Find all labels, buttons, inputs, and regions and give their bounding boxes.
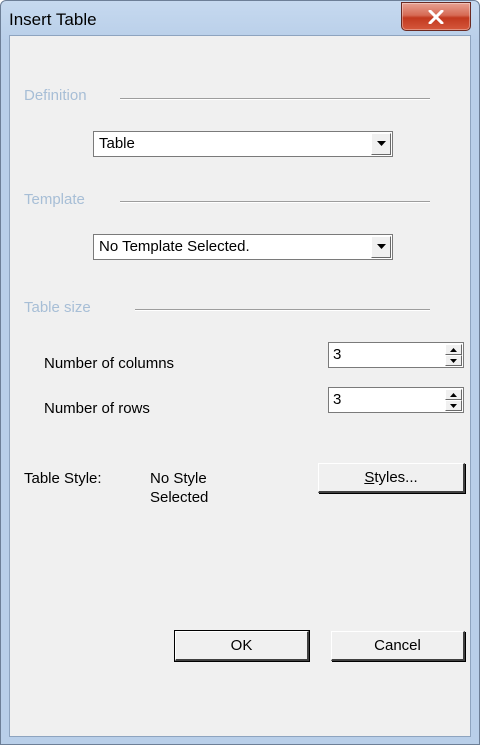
rows-spin-buttons: [445, 389, 462, 411]
styles-button-label: Styles...: [364, 469, 418, 486]
chevron-down-icon: [376, 141, 386, 146]
ok-button-label: OK: [230, 637, 253, 654]
rows-input[interactable]: 3: [333, 391, 341, 408]
title-bar[interactable]: Insert Table: [1, 1, 479, 35]
template-dropdown[interactable]: No Template Selected.: [93, 234, 393, 260]
dialog-client-area: Definition Table Template No Template Se…: [9, 35, 471, 737]
cancel-button[interactable]: Cancel: [331, 631, 465, 661]
table-size-section-label: Table size: [24, 299, 97, 316]
spin-up-icon: [450, 347, 457, 352]
columns-label: Number of columns: [44, 355, 175, 372]
columns-spin-down[interactable]: [445, 355, 462, 366]
cancel-button-label: Cancel: [374, 637, 421, 654]
table-style-value-line1: No Style: [150, 470, 207, 487]
table-style-label: Table Style:: [24, 470, 102, 487]
ok-button[interactable]: OK: [174, 630, 310, 662]
spin-down-icon: [450, 403, 457, 408]
table-style-value-line2: Selected: [150, 489, 209, 506]
template-dropdown-value: No Template Selected.: [99, 238, 250, 255]
definition-dropdown[interactable]: Table: [93, 131, 393, 157]
definition-dropdown-arrow[interactable]: [371, 133, 391, 155]
columns-spinner[interactable]: 3: [328, 342, 464, 368]
template-dropdown-arrow[interactable]: [371, 236, 391, 258]
template-section-label: Template: [24, 191, 91, 208]
table-size-divider: [135, 309, 430, 311]
columns-spin-buttons: [445, 344, 462, 366]
definition-section-label: Definition: [24, 87, 93, 104]
insert-table-dialog: Insert Table Definition Table Template N…: [0, 0, 480, 745]
columns-spin-up[interactable]: [445, 344, 462, 355]
rows-spin-up[interactable]: [445, 389, 462, 400]
definition-dropdown-value: Table: [99, 135, 135, 152]
rows-spinner[interactable]: 3: [328, 387, 464, 413]
close-icon: [428, 9, 444, 24]
definition-divider: [120, 98, 430, 100]
rows-spin-down[interactable]: [445, 400, 462, 411]
chevron-down-icon: [376, 244, 386, 249]
window-title: Insert Table: [9, 10, 97, 29]
spin-down-icon: [450, 358, 457, 363]
styles-button[interactable]: Styles...: [318, 463, 465, 493]
close-button[interactable]: [401, 2, 471, 31]
rows-label: Number of rows: [44, 400, 150, 417]
spin-up-icon: [450, 392, 457, 397]
template-divider: [120, 201, 430, 203]
columns-input[interactable]: 3: [333, 346, 341, 363]
